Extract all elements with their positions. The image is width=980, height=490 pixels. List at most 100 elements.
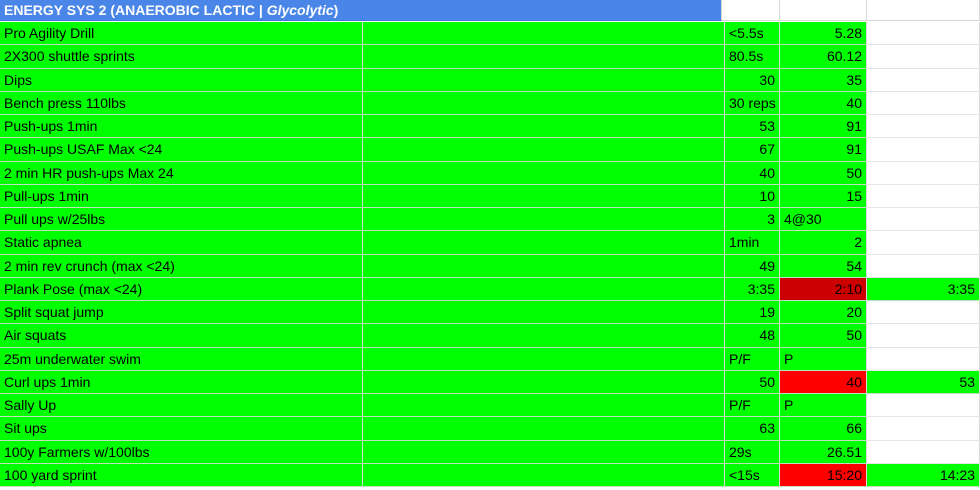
target-cell[interactable]: 48 <box>725 324 780 348</box>
result-cell[interactable]: 91 <box>780 115 867 139</box>
result-cell[interactable]: 15:20 <box>780 463 867 487</box>
empty-cell[interactable] <box>363 22 725 46</box>
target-cell[interactable]: 29s <box>725 440 780 464</box>
empty-cell[interactable] <box>363 68 725 92</box>
result-cell[interactable]: 40 <box>780 91 867 115</box>
exercise-name-cell[interactable]: 25m underwater swim <box>0 347 363 371</box>
section-title-cell[interactable]: ENERGY SYS 2 (ANAEROBIC LACTIC | Glycoly… <box>0 0 722 21</box>
empty-cell[interactable] <box>363 138 725 162</box>
result-cell[interactable]: 20 <box>780 301 867 325</box>
target-cell[interactable]: 40 <box>725 161 780 185</box>
header-cell-target[interactable] <box>722 0 780 21</box>
empty-cell[interactable] <box>363 91 725 115</box>
exercise-name-cell[interactable]: Curl ups 1min <box>0 370 363 394</box>
exercise-name-cell[interactable]: Pull ups w/25lbs <box>0 208 363 232</box>
retest-cell[interactable] <box>867 208 980 232</box>
target-cell[interactable]: 80.5s <box>725 45 780 69</box>
target-cell[interactable]: 3:35 <box>725 277 780 301</box>
header-cell-extra[interactable] <box>867 0 980 21</box>
empty-cell[interactable] <box>363 115 725 139</box>
exercise-name-cell[interactable]: Sit ups <box>0 417 363 441</box>
result-cell[interactable]: 54 <box>780 254 867 278</box>
exercise-name-cell[interactable]: Push-ups 1min <box>0 115 363 139</box>
retest-cell[interactable] <box>867 138 980 162</box>
empty-cell[interactable] <box>363 184 725 208</box>
exercise-name-cell[interactable]: Dips <box>0 68 363 92</box>
exercise-name-cell[interactable]: Static apnea <box>0 231 363 255</box>
retest-cell[interactable] <box>867 45 980 69</box>
retest-cell[interactable] <box>867 161 980 185</box>
exercise-name-cell[interactable]: Air squats <box>0 324 363 348</box>
retest-cell[interactable] <box>867 347 980 371</box>
empty-cell[interactable] <box>363 347 725 371</box>
retest-cell[interactable]: 14:23 <box>867 463 980 487</box>
result-cell[interactable]: 50 <box>780 324 867 348</box>
retest-cell[interactable] <box>867 231 980 255</box>
target-cell[interactable]: 49 <box>725 254 780 278</box>
result-cell[interactable]: P <box>780 394 867 418</box>
exercise-name-cell[interactable]: Pull-ups 1min <box>0 184 363 208</box>
empty-cell[interactable] <box>363 277 725 301</box>
target-cell[interactable]: 19 <box>725 301 780 325</box>
empty-cell[interactable] <box>363 394 725 418</box>
result-cell[interactable]: 60.12 <box>780 45 867 69</box>
result-cell[interactable]: 4@30 <box>780 208 867 232</box>
retest-cell[interactable] <box>867 184 980 208</box>
retest-cell[interactable] <box>867 22 980 46</box>
empty-cell[interactable] <box>363 417 725 441</box>
retest-cell[interactable]: 3:35 <box>867 277 980 301</box>
exercise-name-cell[interactable]: Push-ups USAF Max <24 <box>0 138 363 162</box>
target-cell[interactable]: 30 reps <box>725 91 780 115</box>
target-cell[interactable]: 53 <box>725 115 780 139</box>
result-cell[interactable]: 50 <box>780 161 867 185</box>
result-cell[interactable]: 2 <box>780 231 867 255</box>
result-cell[interactable]: 5.28 <box>780 22 867 46</box>
empty-cell[interactable] <box>363 254 725 278</box>
retest-cell[interactable] <box>867 324 980 348</box>
result-cell[interactable]: 2:10 <box>780 277 867 301</box>
empty-cell[interactable] <box>363 324 725 348</box>
retest-cell[interactable] <box>867 394 980 418</box>
result-cell[interactable]: 35 <box>780 68 867 92</box>
retest-cell[interactable]: 53 <box>867 370 980 394</box>
empty-cell[interactable] <box>363 45 725 69</box>
empty-cell[interactable] <box>363 463 725 487</box>
empty-cell[interactable] <box>363 208 725 232</box>
exercise-name-cell[interactable]: 2X300 shuttle sprints <box>0 45 363 69</box>
retest-cell[interactable] <box>867 115 980 139</box>
empty-cell[interactable] <box>363 301 725 325</box>
target-cell[interactable]: 1min <box>725 231 780 255</box>
exercise-name-cell[interactable]: 2 min HR push-ups Max 24 <box>0 161 363 185</box>
exercise-name-cell[interactable]: Split squat jump <box>0 301 363 325</box>
target-cell[interactable]: 67 <box>725 138 780 162</box>
retest-cell[interactable] <box>867 254 980 278</box>
retest-cell[interactable] <box>867 440 980 464</box>
result-cell[interactable]: 26.51 <box>780 440 867 464</box>
exercise-name-cell[interactable]: Plank Pose (max <24) <box>0 277 363 301</box>
target-cell[interactable]: 63 <box>725 417 780 441</box>
empty-cell[interactable] <box>363 370 725 394</box>
exercise-name-cell[interactable]: Sally Up <box>0 394 363 418</box>
target-cell[interactable]: 10 <box>725 184 780 208</box>
target-cell[interactable]: P/F <box>725 394 780 418</box>
retest-cell[interactable] <box>867 91 980 115</box>
result-cell[interactable]: 91 <box>780 138 867 162</box>
target-cell[interactable]: <5.5s <box>725 22 780 46</box>
exercise-name-cell[interactable]: 100y Farmers w/100lbs <box>0 440 363 464</box>
retest-cell[interactable] <box>867 68 980 92</box>
exercise-name-cell[interactable]: 2 min rev crunch (max <24) <box>0 254 363 278</box>
result-cell[interactable]: 40 <box>780 370 867 394</box>
target-cell[interactable]: 30 <box>725 68 780 92</box>
retest-cell[interactable] <box>867 301 980 325</box>
result-cell[interactable]: 66 <box>780 417 867 441</box>
empty-cell[interactable] <box>363 231 725 255</box>
exercise-name-cell[interactable]: Bench press 110lbs <box>0 91 363 115</box>
empty-cell[interactable] <box>363 440 725 464</box>
target-cell[interactable]: <15s <box>725 463 780 487</box>
target-cell[interactable]: 3 <box>725 208 780 232</box>
exercise-name-cell[interactable]: Pro Agility Drill <box>0 22 363 46</box>
header-cell-result[interactable] <box>780 0 867 21</box>
result-cell[interactable]: 15 <box>780 184 867 208</box>
exercise-name-cell[interactable]: 100 yard sprint <box>0 463 363 487</box>
result-cell[interactable]: P <box>780 347 867 371</box>
